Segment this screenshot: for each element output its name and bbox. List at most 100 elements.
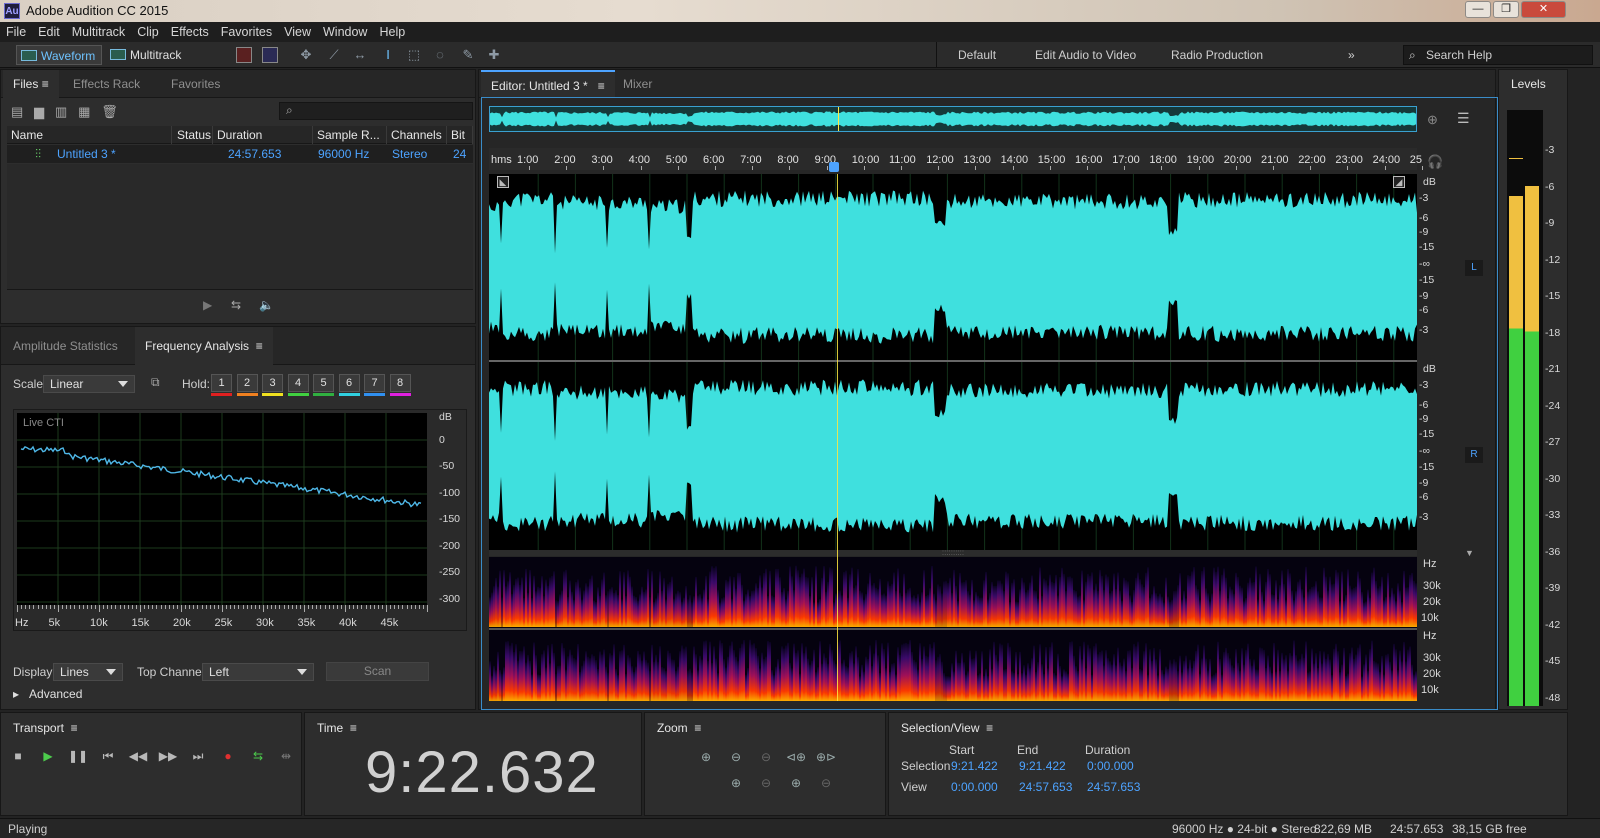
hold-button-6[interactable]: 6: [338, 374, 360, 392]
tab-frequency-analysis[interactable]: Frequency Analysis ≡: [135, 327, 273, 365]
fade-out-handle[interactable]: ◢: [1393, 176, 1405, 188]
advanced-toggle[interactable]: ▸ Advanced: [13, 687, 82, 701]
loop-playback-button[interactable]: ⇆: [247, 745, 269, 767]
delete-icon[interactable]: 🗑: [101, 104, 118, 119]
panel-menu-icon[interactable]: ≡: [598, 79, 605, 93]
workspace-radio-production[interactable]: Radio Production: [1171, 48, 1263, 62]
tab-files[interactable]: Files ≡: [3, 70, 59, 98]
maximize-button[interactable]: ❐: [1493, 1, 1519, 18]
slip-tool-icon[interactable]: ↔: [352, 47, 368, 63]
playhead-handle[interactable]: [829, 162, 839, 172]
zoom-out-full-icon[interactable]: ⊖: [755, 747, 777, 767]
col-channels[interactable]: Channels: [387, 126, 447, 144]
scale-select[interactable]: Linear: [43, 375, 135, 393]
record-button[interactable]: ●: [217, 745, 239, 767]
menu-favorites[interactable]: Favorites: [215, 22, 278, 39]
search-help-input[interactable]: ⌕ Search Help: [1403, 45, 1593, 65]
menu-file[interactable]: File: [0, 22, 32, 39]
hold-button-4[interactable]: 4: [287, 374, 309, 392]
panel-menu-icon[interactable]: ≡: [71, 721, 78, 735]
time-display[interactable]: 9:22.632: [365, 739, 599, 806]
col-bit-depth[interactable]: Bit D: [447, 126, 473, 160]
view-start-value[interactable]: 0:00.000: [951, 780, 998, 794]
time-selection-tool-icon[interactable]: I: [380, 47, 396, 63]
go-to-end-button[interactable]: ⏭: [187, 745, 209, 767]
tab-editor[interactable]: Editor: Untitled 3 * ≡: [481, 70, 615, 98]
headphones-icon[interactable]: 🎧: [1427, 154, 1443, 170]
menu-effects[interactable]: Effects: [165, 22, 215, 39]
waveform-display[interactable]: [489, 174, 1417, 550]
spectral-display[interactable]: [489, 557, 1417, 701]
marquee-tool-icon[interactable]: ⬚: [406, 47, 422, 63]
zoom-to-selection-icon[interactable]: ⊕: [1427, 112, 1438, 128]
lasso-tool-icon[interactable]: ◌: [432, 47, 448, 63]
spot-healing-tool-icon[interactable]: ✚: [486, 47, 502, 63]
chevron-down-icon[interactable]: ▼: [1465, 548, 1474, 558]
time-ruler[interactable]: hms 1:00 2:00 3:00 4:00 5:00 6:00 7:00 8:00 9:00…: [489, 148, 1423, 170]
col-sample-rate[interactable]: Sample R... ▲: [313, 126, 387, 160]
multitrack-view-button[interactable]: Multitrack: [106, 45, 187, 65]
channel-right-toggle[interactable]: R: [1465, 447, 1483, 463]
hold-button-1[interactable]: 1: [211, 374, 232, 392]
menu-help[interactable]: Help: [373, 22, 411, 39]
minimize-button[interactable]: —: [1465, 1, 1491, 18]
menu-multitrack[interactable]: Multitrack: [66, 22, 131, 39]
workspace-edit-audio-to-video[interactable]: Edit Audio to Video: [1035, 48, 1136, 62]
menu-window[interactable]: Window: [317, 22, 373, 39]
hold-button-8[interactable]: 8: [389, 374, 411, 392]
go-to-start-button[interactable]: ⏮: [97, 745, 119, 767]
overview-navigator[interactable]: [489, 106, 1417, 132]
new-file-icon[interactable]: ▥: [55, 104, 67, 119]
fast-forward-button[interactable]: ▶▶: [157, 745, 179, 767]
panel-menu-icon[interactable]: ≡: [986, 721, 993, 735]
rewind-button[interactable]: ◀◀: [127, 745, 149, 767]
col-name[interactable]: Name: [7, 126, 172, 144]
table-row[interactable]: ⫶⫶ Untitled 3 * 24:57.653 96000 Hz Stere…: [7, 145, 473, 163]
zoom-in-amplitude-icon[interactable]: ⊕: [695, 747, 717, 767]
menu-view[interactable]: View: [278, 22, 317, 39]
menu-edit[interactable]: Edit: [32, 22, 66, 39]
import-file-icon[interactable]: ▆: [34, 104, 44, 119]
zoom-in-at-start-icon[interactable]: ⊲⊕: [785, 747, 807, 767]
tab-effects-rack[interactable]: Effects Rack: [63, 70, 150, 98]
scan-button[interactable]: Scan: [326, 662, 429, 681]
zoom-in-at-end-icon[interactable]: ⊕⊳: [815, 747, 837, 767]
insert-icon[interactable]: ▦: [78, 104, 90, 119]
move-tool-icon[interactable]: ✥: [298, 47, 314, 63]
channel-left-toggle[interactable]: L: [1465, 260, 1483, 276]
preview-play-icon[interactable]: ▶: [203, 298, 212, 312]
files-search-input[interactable]: ⌕: [279, 102, 473, 120]
selection-end-value[interactable]: 9:21.422: [1019, 759, 1066, 773]
fade-in-handle[interactable]: ◣: [497, 176, 509, 188]
close-button[interactable]: ✕: [1521, 1, 1566, 18]
zoom-out-amplitude-icon[interactable]: ⊖: [725, 747, 747, 767]
panel-menu-icon[interactable]: ≡: [350, 721, 357, 735]
hold-button-5[interactable]: 5: [313, 374, 334, 392]
open-file-icon[interactable]: ▤: [11, 104, 23, 119]
panel-menu-icon[interactable]: ≡: [694, 721, 701, 735]
razor-tool-icon[interactable]: ⟋: [326, 47, 342, 63]
selection-start-value[interactable]: 9:21.422: [951, 759, 998, 773]
autoplay-icon[interactable]: 🔈: [259, 298, 274, 312]
view-duration-value[interactable]: 24:57.653: [1087, 780, 1140, 794]
spectral-pitch-icon[interactable]: [262, 47, 278, 63]
zoom-to-selection-icon[interactable]: ⊕: [785, 773, 807, 793]
pause-button[interactable]: ❚❚: [67, 745, 89, 767]
skip-selection-button[interactable]: ⇹: [275, 745, 297, 767]
preview-loop-icon[interactable]: ⇆: [231, 298, 241, 312]
menu-clip[interactable]: Clip: [131, 22, 165, 39]
workspace-default[interactable]: Default: [958, 48, 996, 62]
zoom-in-time-icon[interactable]: ⊕: [725, 773, 747, 793]
top-channel-select[interactable]: Left: [202, 663, 314, 681]
brush-tool-icon[interactable]: ✎: [460, 47, 476, 63]
selection-duration-value[interactable]: 0:00.000: [1087, 759, 1134, 773]
hold-button-7[interactable]: 7: [364, 374, 385, 392]
col-status[interactable]: Status: [173, 126, 213, 144]
spectral-divider-handle[interactable]: ::::::::::: [489, 549, 1417, 557]
zoom-out-time-icon[interactable]: ⊖: [755, 773, 777, 793]
waveform-view-button[interactable]: Waveform: [16, 45, 103, 65]
stop-button[interactable]: ■: [7, 745, 29, 767]
view-end-value[interactable]: 24:57.653: [1019, 780, 1072, 794]
more-workspaces-icon[interactable]: »: [1348, 48, 1355, 62]
tab-amplitude-statistics[interactable]: Amplitude Statistics: [3, 327, 128, 365]
